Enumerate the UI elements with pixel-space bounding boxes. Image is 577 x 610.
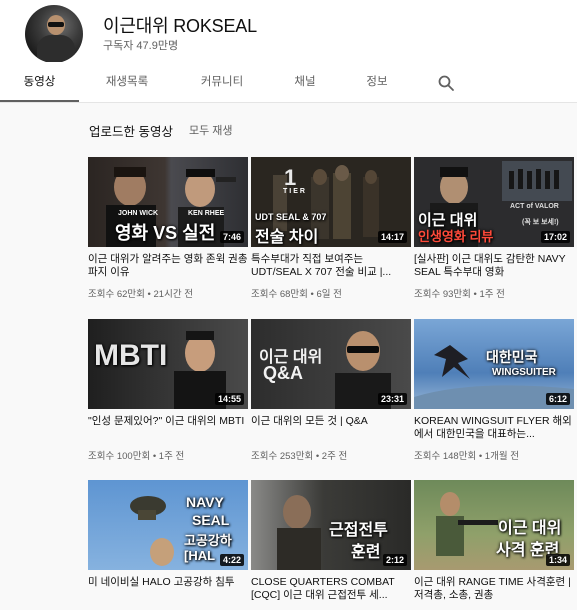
video-duration: 2:12 [382, 554, 407, 566]
thumbnail-caption: KEN RHEE [188, 210, 225, 217]
section-title: 업로드한 동영상 [89, 125, 173, 139]
thumbnail-caption: NAVY [186, 494, 224, 510]
video-title[interactable]: 이근 대위의 모든 것 | Q&A [251, 415, 411, 441]
thumbnail-caption: 근접전투 [329, 522, 388, 539]
thumbnail-caption: ACT of VALOR [510, 203, 559, 210]
video-card[interactable]: MBTI 14:55 "인성 문제있어?" 이근 대위의 MBTI 조회수 10… [88, 319, 248, 462]
tab-channels[interactable]: 채널 [270, 62, 340, 102]
thumbnail-caption: 전술 차이 [255, 229, 319, 246]
video-thumbnail[interactable]: ACT of VALOR (꼭 보 보세!) 이근 대위 인생영화 리뷰 17:… [414, 157, 574, 247]
thumbnail-caption: JOHN WICK [118, 210, 159, 217]
video-thumbnail[interactable]: 이근 대위 사격 훈련 1:34 [414, 480, 574, 570]
video-card[interactable]: 근접전투 훈련 2:12 CLOSE QUARTERS COMBAT [CQC]… [251, 480, 411, 609]
play-all-button[interactable]: 모두 재생 [189, 122, 233, 138]
video-duration: 6:12 [545, 393, 570, 405]
thumbnail-caption: 영화 VS 실전 [115, 223, 216, 243]
tab-about[interactable]: 정보 [345, 62, 409, 102]
video-card[interactable]: 1 TIER UDT SEAL & 707 전술 차이 14:17 특수부대가 … [251, 157, 411, 300]
video-thumbnail[interactable]: MBTI 14:55 [88, 319, 248, 409]
tab-community[interactable]: 커뮤니티 [180, 62, 264, 102]
tab-playlists[interactable]: 재생목록 [85, 62, 169, 102]
video-card[interactable]: NAVY SEAL 고공강하 [HAL 4:22 미 네이비실 HALO 고공강… [88, 480, 248, 609]
video-duration: 1:34 [545, 554, 570, 566]
video-card[interactable]: 대한민국 WINGSUITER 6:12 KOREAN WINGSUIT FLY… [414, 319, 574, 462]
video-duration: 14:55 [214, 393, 244, 405]
thumbnail-caption: UDT SEAL & 707 [255, 212, 327, 222]
thumbnail-caption: Q&A [263, 363, 303, 383]
video-card[interactable]: 이근 대위 사격 훈련 1:34 이근 대위 RANGE TIME 사격훈련 |… [414, 480, 574, 609]
thumbnail-caption: WINGSUITER [492, 367, 556, 378]
thumbnail-caption: 이근 대위 [498, 520, 562, 537]
video-duration: 17:02 [540, 231, 570, 243]
video-duration: 4:22 [219, 554, 244, 566]
video-title[interactable]: KOREAN WINGSUIT FLYER 해외에서 대한민국을 대표하는... [414, 415, 574, 441]
thumbnail-caption: SEAL [192, 512, 230, 528]
video-title[interactable]: [실사판] 이근 대위도 감탄한 NAVY SEAL 특수부대 영화 [414, 253, 574, 279]
video-thumbnail[interactable]: 1 TIER UDT SEAL & 707 전술 차이 14:17 [251, 157, 411, 247]
video-thumbnail[interactable]: 근접전투 훈련 2:12 [251, 480, 411, 570]
video-meta: 조회수 253만회 • 2주 전 [251, 451, 348, 462]
channel-name: 이근대위 ROKSEAL [103, 16, 257, 36]
video-title[interactable]: "인성 문제있어?" 이근 대위의 MBTI [88, 415, 248, 441]
subscriber-count: 구독자 47.9만명 [103, 40, 179, 52]
thumbnail-caption: (꼭 보 보세!) [522, 219, 559, 226]
video-thumbnail[interactable]: NAVY SEAL 고공강하 [HAL 4:22 [88, 480, 248, 570]
video-title[interactable]: 이근 대위가 알려주는 영화 존윅 권총 파지 이유 [88, 253, 248, 279]
video-card[interactable]: ACT of VALOR (꼭 보 보세!) 이근 대위 인생영화 리뷰 17:… [414, 157, 574, 300]
thumbnail-caption: TIER [283, 188, 307, 195]
video-meta: 조회수 68만회 • 6일 전 [251, 289, 342, 300]
thumbnail-caption: 훈련 [351, 544, 381, 561]
thumbnail-caption: MBTI [94, 339, 168, 372]
channel-header: 이근대위 ROKSEAL 구독자 47.9만명 [0, 0, 577, 63]
active-tab-indicator [0, 100, 79, 102]
video-title[interactable]: 미 네이비실 HALO 고공강하 침투 [88, 576, 248, 602]
thumbnail-caption: 대한민국 [486, 349, 538, 365]
video-thumbnail[interactable]: 대한민국 WINGSUITER 6:12 [414, 319, 574, 409]
video-meta: 조회수 93만회 • 1주 전 [414, 289, 505, 300]
tab-videos[interactable]: 동영상 [0, 62, 79, 102]
video-title[interactable]: CLOSE QUARTERS COMBAT [CQC] 이근 대위 근접전투 세… [251, 576, 411, 602]
thumbnail-caption: 고공강하 [184, 533, 232, 548]
video-duration: 14:17 [377, 231, 407, 243]
video-meta: 조회수 100만회 • 1주 전 [88, 451, 185, 462]
video-duration: 23:31 [377, 393, 407, 405]
thumbnail-caption: 인생영화 리뷰 [418, 229, 494, 244]
channel-tabs: 동영상 재생목록 커뮤니티 채널 정보 [0, 62, 577, 103]
video-meta: 조회수 148만회 • 1개월 전 [414, 451, 519, 462]
video-title[interactable]: 이근 대위 RANGE TIME 사격훈련 | 저격총, 소총, 권총 [414, 576, 574, 602]
video-card[interactable]: JOHN WICK KEN RHEE 영화 VS 실전 7:46 이근 대위가 … [88, 157, 248, 300]
video-meta: 조회수 62만회 • 21시간 전 [88, 289, 193, 300]
thumbnail-caption: [HAL [184, 548, 216, 563]
video-card[interactable]: 이근 대위 Q&A 23:31 이근 대위의 모든 것 | Q&A 조회수 25… [251, 319, 411, 462]
video-thumbnail[interactable]: JOHN WICK KEN RHEE 영화 VS 실전 7:46 [88, 157, 248, 247]
video-title[interactable]: 특수부대가 직접 보여주는 UDT/SEAL X 707 전술 비교 |... [251, 253, 411, 279]
video-duration: 7:46 [219, 231, 244, 243]
video-thumbnail[interactable]: 이근 대위 Q&A 23:31 [251, 319, 411, 409]
channel-avatar[interactable] [25, 5, 83, 63]
search-icon[interactable] [437, 74, 455, 92]
